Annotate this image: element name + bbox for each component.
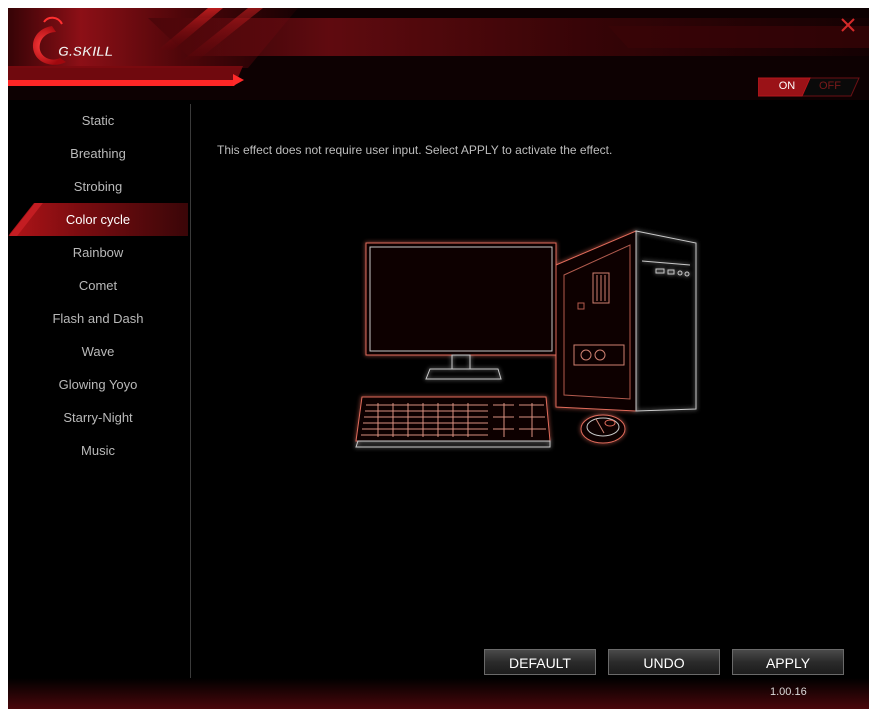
sidebar-item-label: Color cycle [65,212,131,227]
close-button[interactable] [839,16,857,34]
effect-instruction: This effect does not require user input.… [217,143,613,157]
version-label: 1.00.16 [770,686,807,698]
footer-bar [8,678,869,709]
power-toggle[interactable]: ON OFF [758,77,860,97]
gskill-logo: G.SKILL [26,14,146,74]
toggle-on-option[interactable]: ON [770,80,804,92]
sidebar-item-static[interactable]: Static [8,104,188,137]
sidebar-item-music[interactable]: Music [8,434,188,467]
header-banner: G.SKILL ON OFF [8,8,869,100]
apply-button[interactable]: APPLY [732,649,844,675]
close-icon [841,18,855,32]
sidebar-item-rainbow[interactable]: Rainbow [8,236,188,269]
undo-button[interactable]: UNDO [608,649,720,675]
pc-setup-illustration [355,230,697,448]
toggle-off-option[interactable]: OFF [810,80,850,92]
svg-text:G.SKILL: G.SKILL [58,43,113,59]
sidebar-item-breathing[interactable]: Breathing [8,137,188,170]
sidebar-divider [190,104,191,700]
sidebar-item-starry-night[interactable]: Starry-Night [8,401,188,434]
sidebar-item-glowing-yoyo[interactable]: Glowing Yoyo [8,368,188,401]
sidebar-item-strobing[interactable]: Strobing [8,170,188,203]
sidebar-item-comet[interactable]: Comet [8,269,188,302]
sidebar-item-color-cycle[interactable]: Color cycle [8,203,188,236]
effects-sidebar: Static Breathing Strobing Color cycle Ra… [8,104,190,704]
default-button[interactable]: DEFAULT [484,649,596,675]
sidebar-item-flash-and-dash[interactable]: Flash and Dash [8,302,188,335]
sidebar-item-wave[interactable]: Wave [8,335,188,368]
app-window: G.SKILL ON OFF Static Breathing Strobing… [8,8,869,709]
